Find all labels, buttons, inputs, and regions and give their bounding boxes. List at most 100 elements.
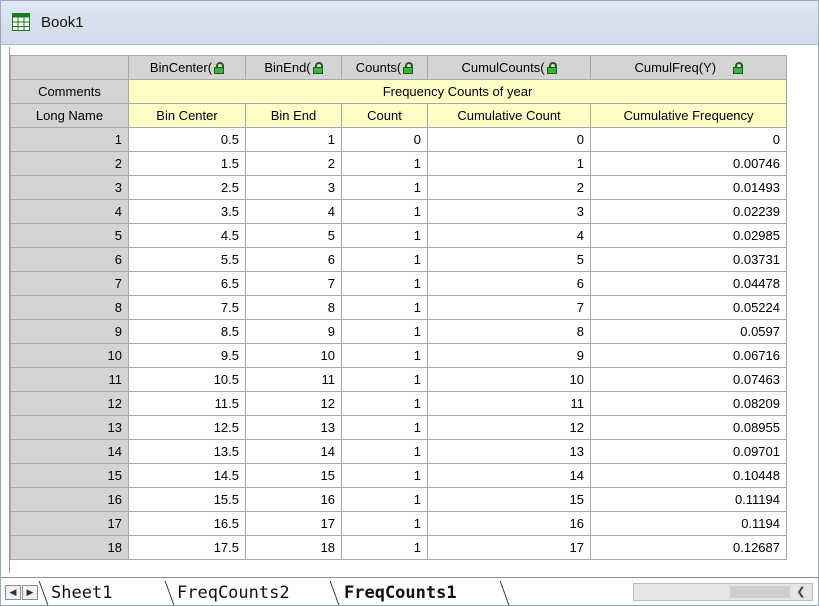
tab-sheet1[interactable]: Sheet1 (51, 582, 112, 604)
cell-bin-end[interactable]: 8 (245, 295, 342, 320)
row-header[interactable]: 18 (10, 535, 129, 560)
long-name-binend[interactable]: Bin End (245, 103, 342, 128)
cell-count[interactable]: 1 (341, 151, 428, 176)
cell-bin-end[interactable]: 13 (245, 415, 342, 440)
cell-cumulative-count[interactable]: 5 (427, 247, 591, 272)
cell-count[interactable]: 1 (341, 511, 428, 536)
cell-bin-end[interactable]: 7 (245, 271, 342, 296)
cell-bin-end[interactable]: 17 (245, 511, 342, 536)
cell-count[interactable]: 1 (341, 535, 428, 560)
tab-freqcounts2[interactable]: FreqCounts2 (177, 582, 290, 604)
cell-bin-center[interactable]: 11.5 (128, 391, 246, 416)
long-name-count[interactable]: Count (341, 103, 428, 128)
cell-bin-center[interactable]: 14.5 (128, 463, 246, 488)
column-header-bincenter[interactable]: BinCenter( (128, 55, 246, 80)
scrollbar-thumb[interactable] (730, 586, 790, 598)
corner-cell[interactable] (10, 55, 129, 80)
cell-cumulative-count[interactable]: 13 (427, 439, 591, 464)
cell-cumulative-frequency[interactable]: 0.12687 (590, 535, 787, 560)
cell-bin-center[interactable]: 13.5 (128, 439, 246, 464)
cell-cumulative-frequency[interactable]: 0.06716 (590, 343, 787, 368)
cell-bin-end[interactable]: 5 (245, 223, 342, 248)
cell-cumulative-count[interactable]: 1 (427, 151, 591, 176)
cell-bin-center[interactable]: 10.5 (128, 367, 246, 392)
row-header[interactable]: 11 (10, 367, 129, 392)
cell-cumulative-count[interactable]: 15 (427, 487, 591, 512)
cell-count[interactable]: 1 (341, 223, 428, 248)
comments-label[interactable]: Comments (10, 79, 129, 104)
cell-cumulative-frequency[interactable]: 0.04478 (590, 271, 787, 296)
cell-cumulative-frequency[interactable]: 0.03731 (590, 247, 787, 272)
cell-cumulative-frequency[interactable]: 0.00746 (590, 151, 787, 176)
cell-cumulative-count[interactable]: 8 (427, 319, 591, 344)
cell-cumulative-frequency[interactable]: 0.0597 (590, 319, 787, 344)
cell-cumulative-count[interactable]: 4 (427, 223, 591, 248)
cell-count[interactable]: 1 (341, 175, 428, 200)
cell-bin-end[interactable]: 12 (245, 391, 342, 416)
cell-count[interactable]: 1 (341, 319, 428, 344)
cell-cumulative-frequency[interactable]: 0.09701 (590, 439, 787, 464)
cell-count[interactable]: 1 (341, 343, 428, 368)
cell-bin-end[interactable]: 18 (245, 535, 342, 560)
row-header[interactable]: 5 (10, 223, 129, 248)
cell-bin-center[interactable]: 12.5 (128, 415, 246, 440)
cell-count[interactable]: 1 (341, 247, 428, 272)
row-header[interactable]: 8 (10, 295, 129, 320)
long-name-bincenter[interactable]: Bin Center (128, 103, 246, 128)
row-header[interactable]: 1 (10, 127, 129, 152)
cell-cumulative-frequency[interactable]: 0.1194 (590, 511, 787, 536)
column-header-cumulfreq[interactable]: CumulFreq(Y) (590, 55, 787, 80)
comments-cell[interactable]: Frequency Counts of year (128, 79, 787, 104)
tab-freqcounts1[interactable]: FreqCounts1 (344, 582, 457, 604)
cell-bin-center[interactable]: 0.5 (128, 127, 246, 152)
cell-bin-center[interactable]: 4.5 (128, 223, 246, 248)
cell-cumulative-count[interactable]: 6 (427, 271, 591, 296)
row-header[interactable]: 3 (10, 175, 129, 200)
cell-count[interactable]: 1 (341, 487, 428, 512)
cell-bin-center[interactable]: 3.5 (128, 199, 246, 224)
cell-cumulative-count[interactable]: 14 (427, 463, 591, 488)
long-name-cumulative-frequency[interactable]: Cumulative Frequency (590, 103, 787, 128)
cell-cumulative-count[interactable]: 11 (427, 391, 591, 416)
cell-bin-end[interactable]: 10 (245, 343, 342, 368)
column-header-cumulcounts[interactable]: CumulCounts( (427, 55, 591, 80)
cell-count[interactable]: 1 (341, 463, 428, 488)
row-header[interactable]: 12 (10, 391, 129, 416)
horizontal-scrollbar[interactable]: ❮ (633, 583, 813, 601)
row-header[interactable]: 15 (10, 463, 129, 488)
cell-cumulative-count[interactable]: 7 (427, 295, 591, 320)
cell-cumulative-count[interactable]: 3 (427, 199, 591, 224)
cell-bin-end[interactable]: 6 (245, 247, 342, 272)
cell-count[interactable]: 1 (341, 439, 428, 464)
row-header[interactable]: 9 (10, 319, 129, 344)
cell-bin-center[interactable]: 16.5 (128, 511, 246, 536)
cell-bin-end[interactable]: 16 (245, 487, 342, 512)
cell-cumulative-frequency[interactable]: 0.01493 (590, 175, 787, 200)
cell-bin-center[interactable]: 1.5 (128, 151, 246, 176)
row-header[interactable]: 17 (10, 511, 129, 536)
cell-cumulative-count[interactable]: 0 (427, 127, 591, 152)
cell-count[interactable]: 1 (341, 271, 428, 296)
cell-cumulative-count[interactable]: 9 (427, 343, 591, 368)
cell-cumulative-count[interactable]: 12 (427, 415, 591, 440)
row-header[interactable]: 13 (10, 415, 129, 440)
cell-bin-end[interactable]: 3 (245, 175, 342, 200)
cell-bin-center[interactable]: 5.5 (128, 247, 246, 272)
cell-cumulative-frequency[interactable]: 0.08209 (590, 391, 787, 416)
long-name-label[interactable]: Long Name (10, 103, 129, 128)
row-header[interactable]: 16 (10, 487, 129, 512)
cell-bin-end[interactable]: 14 (245, 439, 342, 464)
cell-count[interactable]: 1 (341, 415, 428, 440)
cell-bin-center[interactable]: 2.5 (128, 175, 246, 200)
cell-cumulative-count[interactable]: 16 (427, 511, 591, 536)
row-header[interactable]: 10 (10, 343, 129, 368)
cell-cumulative-frequency[interactable]: 0.11194 (590, 487, 787, 512)
cell-cumulative-frequency[interactable]: 0.07463 (590, 367, 787, 392)
scroll-tabs-left-button[interactable]: ◀ (5, 585, 21, 600)
cell-cumulative-frequency[interactable]: 0.10448 (590, 463, 787, 488)
cell-bin-center[interactable]: 9.5 (128, 343, 246, 368)
row-header[interactable]: 7 (10, 271, 129, 296)
cell-bin-end[interactable]: 1 (245, 127, 342, 152)
cell-cumulative-frequency[interactable]: 0.02985 (590, 223, 787, 248)
row-header[interactable]: 6 (10, 247, 129, 272)
